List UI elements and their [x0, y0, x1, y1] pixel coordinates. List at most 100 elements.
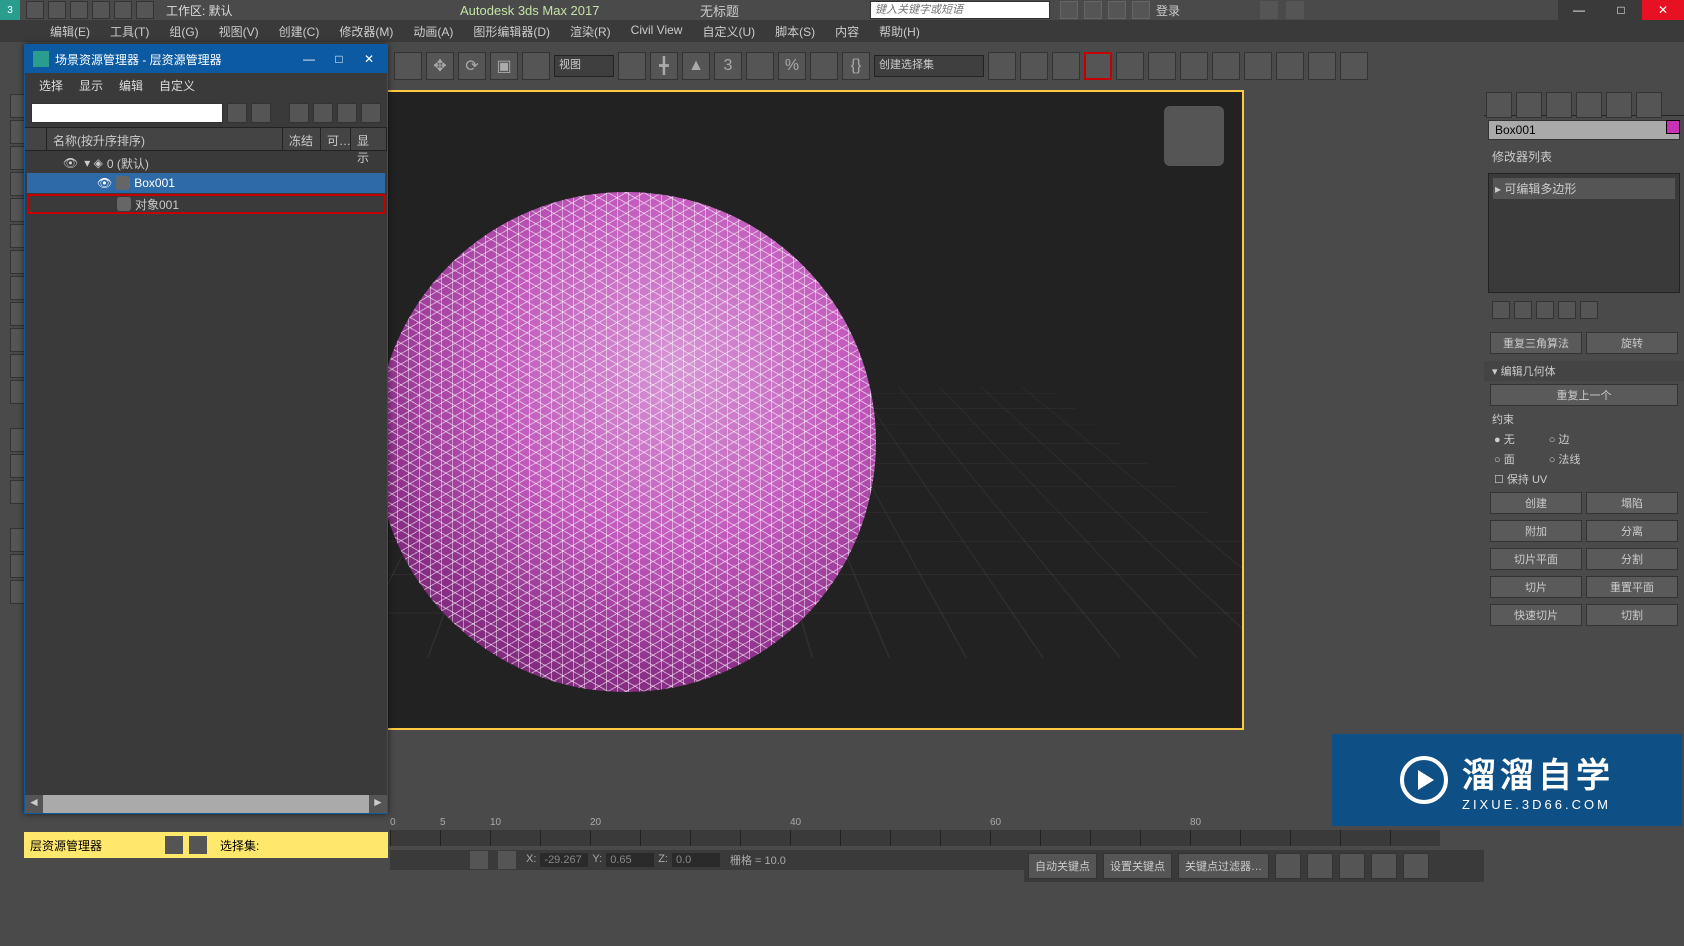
menu-help[interactable]: 帮助(H): [869, 20, 930, 42]
sx-col-visibility[interactable]: 可…: [321, 128, 351, 150]
teapot-render-icon[interactable]: [1276, 52, 1304, 80]
snap-icon[interactable]: [618, 52, 646, 80]
pin-stack-icon[interactable]: [1492, 301, 1510, 319]
undo-icon[interactable]: [92, 1, 110, 19]
sx-menu-edit[interactable]: 编辑: [119, 77, 143, 95]
sx-menu-select[interactable]: 选择: [39, 77, 63, 95]
goto-end-icon[interactable]: [1403, 853, 1429, 879]
goto-start-icon[interactable]: [1275, 853, 1301, 879]
rotate-button[interactable]: 旋转: [1586, 332, 1678, 354]
slice-plane-button[interactable]: 切片平面: [1490, 548, 1582, 570]
layer-panel-icon[interactable]: [1084, 52, 1112, 80]
menu-modifiers[interactable]: 修改器(M): [329, 20, 403, 42]
percent-snap-icon[interactable]: %: [778, 52, 806, 80]
menu-tools[interactable]: 工具(T): [100, 20, 159, 42]
spinner-snap-icon[interactable]: [810, 52, 838, 80]
tab-display-icon[interactable]: [1606, 92, 1632, 118]
teapot-icon[interactable]: [1308, 52, 1336, 80]
sx-filter-icon[interactable]: [251, 103, 271, 123]
open-icon[interactable]: [48, 1, 66, 19]
help-icon[interactable]: [1286, 1, 1304, 19]
layer-icon[interactable]: [165, 836, 183, 854]
selection-set-dropdown[interactable]: 创建选择集: [874, 55, 984, 77]
keyfilter-button[interactable]: 关键点过滤器…: [1178, 853, 1269, 879]
material-editor-icon[interactable]: [1180, 52, 1208, 80]
z-value[interactable]: 0.0: [672, 853, 720, 867]
viewcube-icon[interactable]: [1164, 106, 1224, 166]
sx-col-name[interactable]: 名称(按升序排序): [47, 128, 283, 150]
link-icon[interactable]: [136, 1, 154, 19]
star-icon[interactable]: [1108, 1, 1126, 19]
constraint-none-radio[interactable]: ● 无: [1494, 431, 1515, 447]
key-icon[interactable]: [1084, 1, 1102, 19]
named-sel-icon[interactable]: {}: [842, 52, 870, 80]
schematic-icon[interactable]: [1148, 52, 1176, 80]
modifier-list-dropdown[interactable]: 修改器列表: [1484, 144, 1684, 169]
autokey-button[interactable]: 自动关键点: [1028, 853, 1097, 879]
user-icon[interactable]: [1132, 1, 1150, 19]
isolate-icon[interactable]: [498, 851, 516, 869]
axis-icon[interactable]: ╋: [650, 52, 678, 80]
tab-motion-icon[interactable]: [1576, 92, 1602, 118]
rotate-icon[interactable]: ⟳: [458, 52, 486, 80]
redo-icon[interactable]: [114, 1, 132, 19]
curve-editor-icon[interactable]: [1116, 52, 1144, 80]
menu-customize[interactable]: 自定义(U): [692, 20, 765, 42]
close-button[interactable]: ✕: [1642, 0, 1684, 20]
angle-snap-icon[interactable]: [746, 52, 774, 80]
save-icon[interactable]: [70, 1, 88, 19]
render-frame-icon[interactable]: [1244, 52, 1272, 80]
time-slider[interactable]: [390, 830, 1440, 846]
align-icon[interactable]: [1020, 52, 1048, 80]
menu-script[interactable]: 脚本(S): [765, 20, 825, 42]
sx-menu-customize[interactable]: 自定义: [159, 77, 195, 95]
select-region-icon[interactable]: [522, 52, 550, 80]
preserve-uv-checkbox[interactable]: ☐ 保持 UV: [1494, 471, 1547, 487]
collapse-button[interactable]: 塌陷: [1586, 492, 1678, 514]
modifier-item[interactable]: ▸ 可编辑多边形: [1493, 178, 1675, 199]
detach-button[interactable]: 分离: [1586, 520, 1678, 542]
tab-hierarchy-icon[interactable]: [1546, 92, 1572, 118]
object-color-swatch[interactable]: [1666, 120, 1680, 134]
sx-search-input[interactable]: [31, 103, 223, 123]
quickslice-button[interactable]: 快速切片: [1490, 604, 1582, 626]
maximize-button[interactable]: □: [1600, 0, 1642, 20]
tab-utilities-icon[interactable]: [1636, 92, 1662, 118]
sx-scroll-right[interactable]: ►: [369, 795, 387, 813]
sx-expand-icon[interactable]: [361, 103, 381, 123]
remove-mod-icon[interactable]: [1558, 301, 1576, 319]
retriangulate-button[interactable]: 重复三角算法: [1490, 332, 1582, 354]
layer-explorer-icon[interactable]: [1052, 52, 1080, 80]
sx-scroll-left[interactable]: ◄: [25, 795, 43, 813]
sx-maximize-button[interactable]: □: [325, 47, 353, 71]
modifier-stack[interactable]: ▸ 可编辑多边形: [1488, 173, 1680, 293]
menu-render[interactable]: 渲染(R): [560, 20, 621, 42]
create-button[interactable]: 创建: [1490, 492, 1582, 514]
sx-scrollbar[interactable]: [43, 795, 369, 813]
prev-frame-icon[interactable]: [1307, 853, 1333, 879]
menu-graph[interactable]: 图形编辑器(D): [463, 20, 560, 42]
setkey-button[interactable]: 设置关键点: [1103, 853, 1172, 879]
login-link[interactable]: 登录: [1156, 2, 1180, 19]
constraint-face-radio[interactable]: ○ 面: [1494, 451, 1515, 467]
eye-icon[interactable]: 👁: [63, 156, 78, 170]
search-input[interactable]: [870, 1, 1050, 19]
tree-row-object001[interactable]: 对象001: [27, 194, 385, 214]
lock-icon[interactable]: [470, 851, 488, 869]
tree-row-box001[interactable]: 👁 Box001: [27, 173, 385, 193]
config-icon[interactable]: [1580, 301, 1598, 319]
binoculars-icon[interactable]: [1060, 1, 1078, 19]
sx-col-display[interactable]: 显示: [351, 128, 387, 150]
sx-minimize-button[interactable]: —: [295, 47, 323, 71]
cut-button[interactable]: 切割: [1586, 604, 1678, 626]
play-icon[interactable]: [1339, 853, 1365, 879]
object-sphere[interactable]: [376, 192, 876, 692]
menu-group[interactable]: 组(G): [159, 20, 208, 42]
attach-button[interactable]: 附加: [1490, 520, 1582, 542]
unique-icon[interactable]: [1536, 301, 1554, 319]
link-icon[interactable]: [394, 52, 422, 80]
menu-content[interactable]: 内容: [825, 20, 869, 42]
sx-layers-icon[interactable]: [337, 103, 357, 123]
sx-add-icon[interactable]: [313, 103, 333, 123]
exchange-icon[interactable]: [1260, 1, 1278, 19]
